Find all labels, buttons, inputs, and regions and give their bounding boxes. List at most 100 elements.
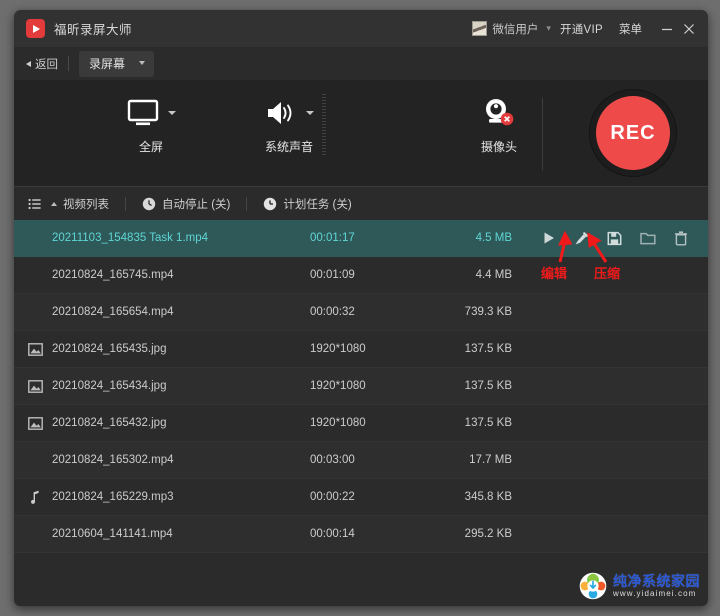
- delete-icon[interactable]: [674, 230, 688, 246]
- capture-mode-fullscreen[interactable]: 全屏: [82, 92, 220, 155]
- divider: [125, 196, 126, 211]
- caret-up-icon: [51, 201, 57, 206]
- video-list-button[interactable]: 视频列表: [28, 196, 109, 212]
- capture-mode-webcam[interactable]: 摄像头: [430, 92, 568, 155]
- compress-icon[interactable]: [607, 231, 622, 246]
- file-list[interactable]: 20211103_154835 Task 1.mp4 00:01:17 4.5 …: [14, 220, 708, 572]
- clock-icon: [142, 197, 156, 211]
- back-arrow-icon: [26, 60, 31, 67]
- scheduled-task-button[interactable]: 计划任务 (关): [263, 196, 352, 212]
- file-size: 137.5 KB: [464, 380, 512, 392]
- auto-stop-label: 自动停止 (关): [162, 198, 231, 211]
- minimize-button[interactable]: [656, 10, 678, 47]
- file-size: 295.2 KB: [464, 528, 512, 540]
- file-name: 20210824_165435.jpg: [52, 343, 167, 355]
- speaker-icon: [267, 102, 291, 124]
- image-icon: [24, 379, 46, 393]
- record-button-wrap: REC: [578, 88, 688, 178]
- table-row[interactable]: 20210824_165434.jpg 1920*1080 137.5 KB: [14, 368, 708, 405]
- edit-icon[interactable]: [574, 231, 589, 246]
- vip-link[interactable]: 开通VIP: [560, 21, 603, 37]
- file-duration: 1920*1080: [310, 343, 366, 355]
- row-actions: [542, 230, 688, 246]
- file-name: 20210824_165432.jpg: [52, 417, 167, 429]
- mode-bar: 返回 录屏幕: [14, 47, 708, 80]
- list-toolbar: 视频列表 自动停止 (关) 计划任务 (关): [14, 186, 708, 220]
- auto-stop-button[interactable]: 自动停止 (关): [142, 196, 230, 212]
- chevron-down-icon[interactable]: [167, 111, 176, 115]
- clock-filled-icon: [263, 197, 277, 211]
- app-title: 福昕录屏大师: [54, 23, 133, 37]
- video-play-icon: [26, 19, 45, 38]
- table-row[interactable]: 20210824_165302.mp4 00:03:00 17.7 MB: [14, 442, 708, 479]
- record-button-ring: REC: [589, 89, 677, 177]
- file-size: 137.5 KB: [464, 343, 512, 355]
- user-name[interactable]: 微信用户: [492, 21, 538, 37]
- capture-icon-row: [127, 92, 176, 134]
- file-duration: 00:00:32: [310, 306, 355, 318]
- chevron-down-icon: [139, 61, 146, 65]
- file-name: 20210824_165434.jpg: [52, 380, 167, 392]
- watermark-text: 纯净系统家园 www.yidaimei.com: [613, 574, 700, 598]
- file-size: 4.5 MB: [475, 232, 512, 244]
- chevron-down-icon[interactable]: ▾: [546, 23, 551, 34]
- capture-icon-row: [482, 92, 516, 134]
- video-list-label: 视频列表: [63, 198, 109, 211]
- capture-mode-label: 摄像头: [480, 140, 517, 154]
- yidaimei-logo: [579, 572, 607, 600]
- watermark-title: 纯净系统家园: [613, 573, 700, 589]
- file-name: 20211103_154835 Task 1.mp4: [52, 232, 209, 244]
- capture-mode-label: 系统声音: [264, 140, 313, 154]
- menu-button[interactable]: 菜单: [619, 21, 642, 37]
- capture-mode-label: 全屏: [138, 140, 163, 154]
- capture-mode-system-sound[interactable]: 系统声音: [220, 92, 358, 155]
- table-row[interactable]: 20210824_165432.jpg 1920*1080 137.5 KB: [14, 405, 708, 442]
- close-icon: [684, 23, 694, 34]
- table-row[interactable]: 20211103_154835 Task 1.mp4 00:01:17 4.5 …: [14, 220, 708, 257]
- file-duration: 00:00:14: [310, 528, 355, 540]
- file-size: 739.3 KB: [464, 306, 512, 318]
- file-name: 20210824_165745.mp4: [52, 269, 174, 281]
- file-name: 20210824_165302.mp4: [52, 454, 174, 466]
- image-icon: [24, 342, 46, 356]
- list-icon: [28, 198, 41, 210]
- file-name: 20210604_141141.mp4: [52, 528, 173, 540]
- file-duration: 00:03:00: [310, 454, 355, 466]
- avatar[interactable]: [472, 21, 488, 36]
- music-note-icon: [24, 490, 46, 504]
- record-button[interactable]: REC: [596, 96, 670, 170]
- image-icon: [24, 416, 46, 430]
- folder-icon[interactable]: [640, 231, 656, 245]
- file-size: 4.4 MB: [475, 269, 512, 281]
- table-row[interactable]: 20210824_165435.jpg 1920*1080 137.5 KB: [14, 331, 708, 368]
- mode-dropdown-label: 录屏幕: [89, 56, 126, 71]
- back-button[interactable]: 返回: [26, 56, 58, 72]
- file-duration: 1920*1080: [310, 417, 366, 429]
- webcam-icon: [486, 99, 514, 126]
- divider-vertical: [542, 98, 543, 170]
- file-name: 20210824_165654.mp4: [52, 306, 174, 318]
- table-row[interactable]: 20210824_165745.mp4 00:01:09 4.4 MB: [14, 257, 708, 294]
- divider: [246, 196, 248, 211]
- play-icon[interactable]: [542, 231, 556, 245]
- divider-dotted: [322, 94, 326, 156]
- capture-icon-row: [265, 92, 314, 134]
- table-row[interactable]: 20210824_165229.mp3 00:00:22 345.8 KB: [14, 479, 708, 516]
- scheduled-task-label: 计划任务 (关): [283, 198, 352, 211]
- file-duration: 1920*1080: [310, 380, 366, 392]
- file-size: 345.8 KB: [464, 491, 512, 503]
- table-row[interactable]: 20210604_141141.mp4 00:00:14 295.2 KB: [14, 516, 708, 553]
- close-button[interactable]: [678, 10, 700, 47]
- table-row[interactable]: 20210824_165654.mp4 00:00:32 739.3 KB: [14, 294, 708, 331]
- file-duration: 00:00:22: [310, 491, 355, 503]
- divider: [68, 56, 69, 71]
- app-window: 福昕录屏大师 微信用户 ▾ 开通VIP 菜单 返回 录屏幕 全屏 系统声音 摄像…: [14, 10, 708, 606]
- file-duration: 00:01:09: [310, 269, 355, 281]
- file-name: 20210824_165229.mp3: [52, 491, 174, 503]
- file-duration: 00:01:17: [310, 232, 355, 244]
- monitor-icon: [127, 99, 158, 126]
- mode-dropdown[interactable]: 录屏幕: [79, 50, 155, 77]
- file-size: 137.5 KB: [464, 417, 512, 429]
- watermark-url: www.yidaimei.com: [613, 589, 697, 598]
- chevron-down-icon[interactable]: [305, 111, 314, 115]
